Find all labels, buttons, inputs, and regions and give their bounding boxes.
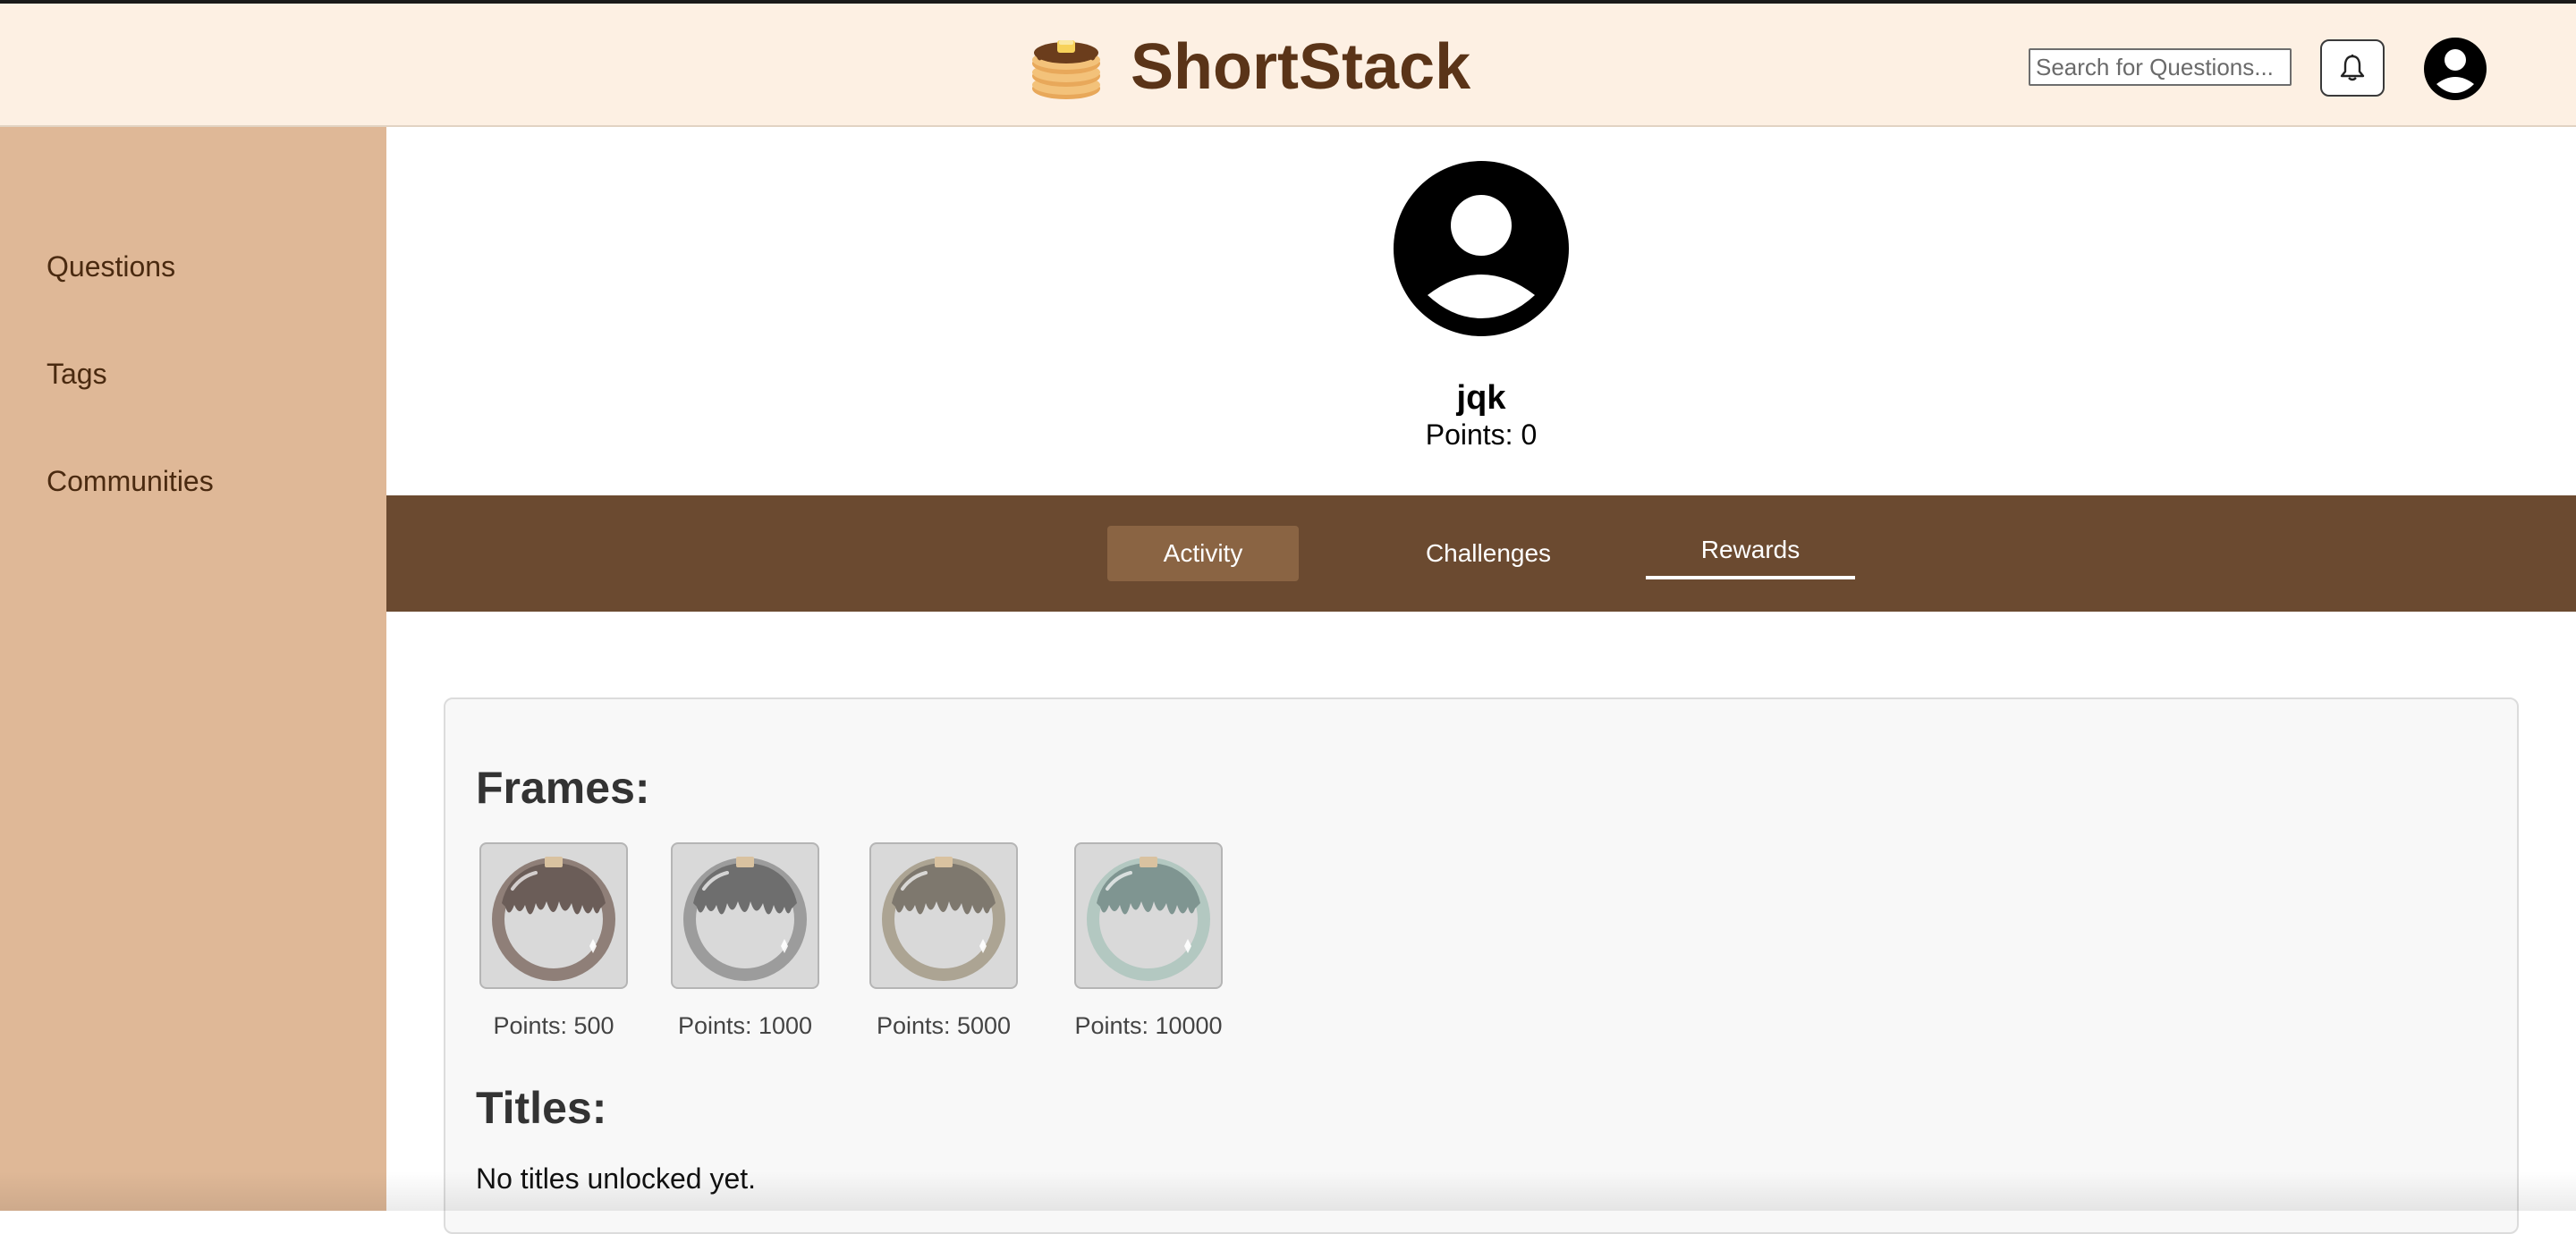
titles-heading: Titles: bbox=[476, 1083, 607, 1133]
pancake-stack-icon bbox=[1032, 40, 1100, 99]
frame-points-label: Points: 10000 bbox=[1074, 1012, 1223, 1039]
profile-username: jqk bbox=[1456, 379, 1506, 417]
frame-ring-icon bbox=[1087, 857, 1210, 981]
profile-tabs: Activity Challenges Rewards bbox=[386, 495, 2576, 612]
frame-option[interactable] bbox=[869, 842, 1018, 989]
sidebar-item-questions[interactable]: Questions bbox=[47, 250, 175, 283]
sidebar-item-communities[interactable]: Communities bbox=[47, 465, 214, 498]
bell-icon bbox=[2340, 55, 2365, 81]
profile-points: Points: 0 bbox=[1425, 418, 1538, 451]
frame-points-label: Points: 5000 bbox=[876, 1012, 1012, 1039]
tab-rewards[interactable]: Rewards bbox=[1646, 524, 1855, 579]
titles-empty-message: No titles unlocked yet. bbox=[476, 1162, 757, 1195]
frame-ring-icon bbox=[683, 857, 807, 981]
frame-option[interactable] bbox=[1074, 842, 1223, 989]
frame-points-label: Points: 500 bbox=[493, 1012, 614, 1039]
tab-challenges[interactable]: Challenges bbox=[1381, 526, 1596, 581]
frame-ring-icon bbox=[492, 857, 615, 981]
top-header: ShortStack bbox=[0, 0, 2576, 127]
brand[interactable]: ShortStack bbox=[1029, 27, 1470, 107]
sidebar-item-tags[interactable]: Tags bbox=[47, 358, 107, 391]
notifications-button[interactable] bbox=[2320, 39, 2385, 97]
search-input[interactable] bbox=[2029, 48, 2292, 86]
frame-ring-icon bbox=[882, 857, 1005, 981]
tab-activity[interactable]: Activity bbox=[1107, 526, 1299, 581]
frames-heading: Frames: bbox=[476, 763, 650, 813]
frame-option[interactable] bbox=[671, 842, 819, 989]
frame-points-label: Points: 1000 bbox=[677, 1012, 813, 1039]
user-avatar-icon[interactable] bbox=[2424, 38, 2487, 100]
rewards-panel: Frames: Points: 500 Points: 1000 Points: 5… bbox=[444, 697, 2519, 1234]
profile-avatar-icon bbox=[1394, 161, 1569, 336]
sidebar: Questions Tags Communities bbox=[0, 127, 386, 1211]
frame-option[interactable] bbox=[479, 842, 628, 989]
app-title: ShortStack bbox=[1131, 31, 1471, 103]
